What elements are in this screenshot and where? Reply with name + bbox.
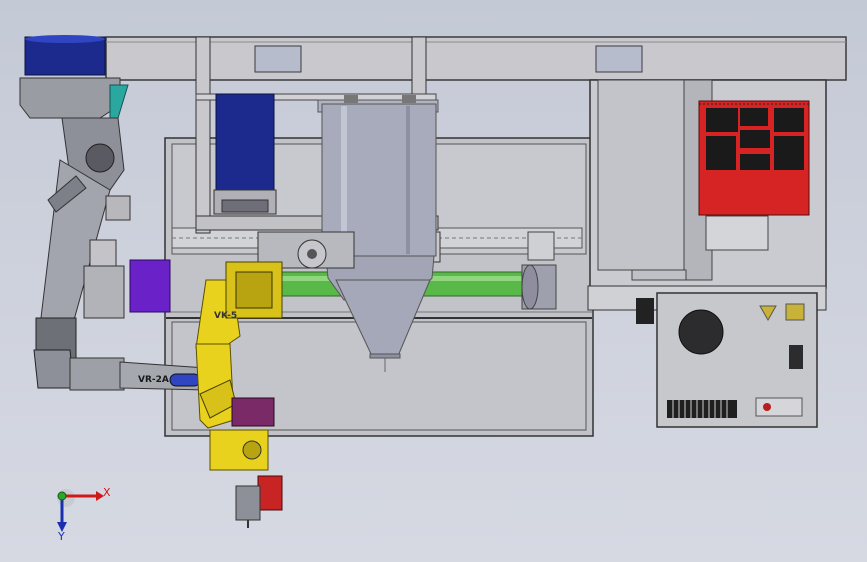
- purple-block-left: [129, 259, 171, 313]
- assembly-model[interactable]: VR-2A VK-5: [0, 0, 867, 562]
- large-robot-label: VR-2A: [138, 375, 169, 385]
- blue-servo-motor: [213, 93, 277, 215]
- red-electrical-cabinet: [698, 100, 810, 216]
- control-cabinet: [656, 292, 818, 428]
- top-gantry-beam: [105, 36, 847, 81]
- small-black-block: [636, 298, 654, 324]
- x-axis-label: X: [103, 486, 111, 499]
- cad-viewport[interactable]: VR-2A VK-5 X Y: [0, 0, 867, 562]
- small-robot-label: VK-5: [214, 311, 237, 321]
- y-axis-label: Y: [58, 530, 65, 543]
- axis-triad: [57, 489, 104, 532]
